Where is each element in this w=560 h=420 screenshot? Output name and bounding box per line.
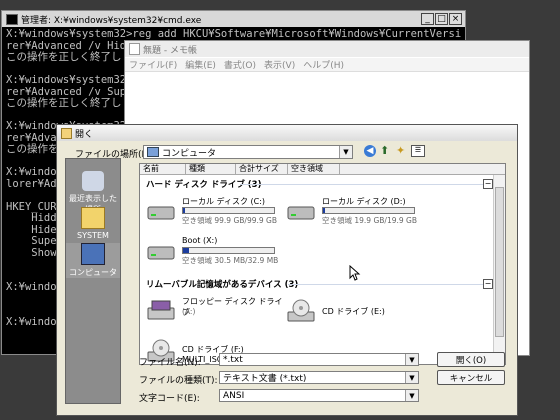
recent-places-icon — [82, 171, 104, 191]
folder-icon — [81, 207, 105, 229]
notepad-icon — [129, 43, 140, 55]
collapse-icon[interactable]: − — [483, 279, 493, 289]
chevron-down-icon[interactable]: ▼ — [405, 372, 418, 383]
hard-drive-icon — [146, 198, 176, 224]
drive-d[interactable]: ローカル ディスク (D:) 空き領域 19.9 GB/19.9 GB — [286, 196, 426, 230]
drive-usage-bar — [322, 207, 415, 214]
floppy-drive-icon — [146, 298, 176, 324]
group-divider — [240, 184, 485, 185]
menu-format[interactable]: 書式(O) — [224, 58, 256, 71]
col-name[interactable]: 名前 — [140, 164, 186, 175]
col-free-space[interactable]: 空き領域 — [288, 164, 340, 175]
dialog-titlebar[interactable]: 開く — [57, 125, 517, 141]
view-menu-icon[interactable]: ☰ — [411, 145, 425, 157]
encoding-label: 文字コード(E): — [139, 394, 200, 404]
hard-drive-icon — [146, 238, 176, 264]
col-filler — [340, 164, 505, 175]
notepad-title: 無題 - メモ帳 — [143, 45, 197, 56]
dialog-icon — [61, 127, 72, 139]
group-divider — [288, 284, 485, 285]
file-list[interactable]: 名前 種類 合計サイズ 空き領域 ハード ディスク ドライブ (3) − ローカ… — [139, 163, 506, 365]
minimize-button[interactable]: _ — [421, 13, 434, 25]
vertical-scrollbar[interactable] — [493, 175, 505, 364]
open-button[interactable]: 開く(O) — [437, 352, 505, 367]
menu-help[interactable]: ヘルプ(H) — [303, 58, 344, 71]
filename-input[interactable]: *.txt ▼ — [219, 353, 419, 366]
encoding-select[interactable]: ANSI ▼ — [219, 389, 419, 402]
mouse-cursor-icon — [349, 265, 361, 281]
hard-drive-icon — [286, 198, 316, 224]
computer-icon — [147, 147, 159, 157]
filename-label: ファイル名(N): — [139, 358, 201, 368]
open-dialog[interactable]: 開く ファイルの場所(I): コンピュータ ▼ ◀ ⬆ ✦ ☰ 最近表示した場所… — [56, 124, 518, 416]
scrollbar-thumb[interactable] — [495, 187, 504, 337]
menu-edit[interactable]: 編集(E) — [185, 58, 216, 71]
cd-drive-icon — [286, 298, 316, 324]
chevron-down-icon[interactable]: ▼ — [405, 390, 418, 401]
group-removable[interactable]: リムーバブル記憶域があるデバイス (3) — [146, 278, 298, 290]
notepad-titlebar[interactable]: 無題 - メモ帳 — [125, 41, 529, 57]
back-icon[interactable]: ◀ — [364, 145, 376, 157]
chevron-down-icon[interactable]: ▼ — [405, 354, 418, 365]
menu-file[interactable]: ファイル(F) — [129, 58, 177, 71]
location-value: コンピュータ — [162, 148, 217, 159]
location-select[interactable]: コンピュータ ▼ — [143, 145, 353, 159]
cmd-titlebar[interactable]: 管理者: X:¥windows¥system32¥cmd.exe _ □ × — [2, 11, 465, 27]
places-bar: 最近表示した場所 SYSTEM コンピュータ — [65, 158, 121, 404]
filetype-label: ファイルの種類(T): — [139, 376, 218, 386]
drive-a[interactable]: フロッピー ディスク ドライブ (A:) — [146, 296, 286, 330]
maximize-button[interactable]: □ — [435, 13, 448, 25]
drive-c[interactable]: ローカル ディスク (C:) 空き領域 99.9 GB/99.9 GB — [146, 196, 286, 230]
place-system[interactable]: SYSTEM — [66, 207, 120, 240]
cancel-button[interactable]: キャンセル — [437, 370, 505, 385]
collapse-icon[interactable]: − — [483, 179, 493, 189]
console-line: X:¥windows¥system32>reg add HKCU¥Softwar… — [6, 29, 461, 40]
computer-icon — [81, 243, 105, 265]
place-computer[interactable]: コンピュータ — [66, 243, 120, 278]
drive-usage-bar — [182, 247, 275, 254]
dialog-title: 開く — [75, 129, 94, 140]
new-folder-icon[interactable]: ✦ — [396, 144, 405, 157]
drive-usage-bar — [182, 207, 275, 214]
chevron-down-icon[interactable]: ▼ — [339, 146, 352, 158]
col-type[interactable]: 種類 — [186, 164, 236, 175]
drive-x[interactable]: Boot (X:) 空き領域 30.5 MB/32.9 MB — [146, 236, 286, 270]
filetype-select[interactable]: テキスト文書 (*.txt) ▼ — [219, 371, 419, 384]
cmd-icon — [6, 13, 18, 25]
up-folder-icon[interactable]: ⬆ — [380, 144, 389, 157]
cmd-title: 管理者: X:¥windows¥system32¥cmd.exe — [21, 15, 202, 26]
drive-e[interactable]: CD ドライブ (E:) — [286, 296, 426, 330]
notepad-menubar: ファイル(F) 編集(E) 書式(O) 表示(V) ヘルプ(H) — [125, 58, 529, 72]
close-button[interactable]: × — [449, 13, 462, 25]
menu-view[interactable]: 表示(V) — [264, 58, 295, 71]
col-total-size[interactable]: 合計サイズ — [236, 164, 288, 175]
